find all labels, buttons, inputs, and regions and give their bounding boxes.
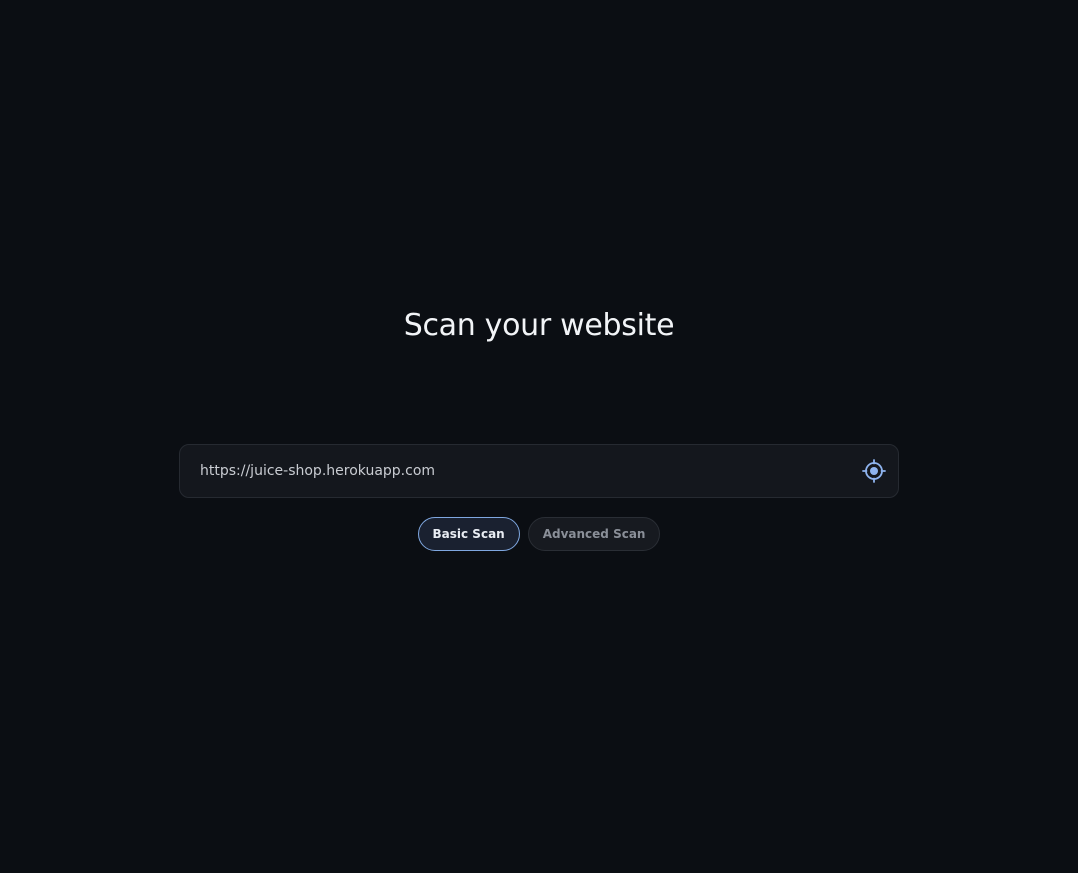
page-title: Scan your website [403, 308, 675, 343]
url-input[interactable] [200, 445, 840, 497]
advanced-scan-button[interactable]: Advanced Scan [527, 517, 661, 551]
url-search-bar [179, 444, 899, 498]
scan-mode-selector: Basic Scan Advanced Scan [0, 517, 1078, 551]
basic-scan-button[interactable]: Basic Scan [417, 517, 520, 551]
target-icon[interactable] [862, 459, 886, 483]
